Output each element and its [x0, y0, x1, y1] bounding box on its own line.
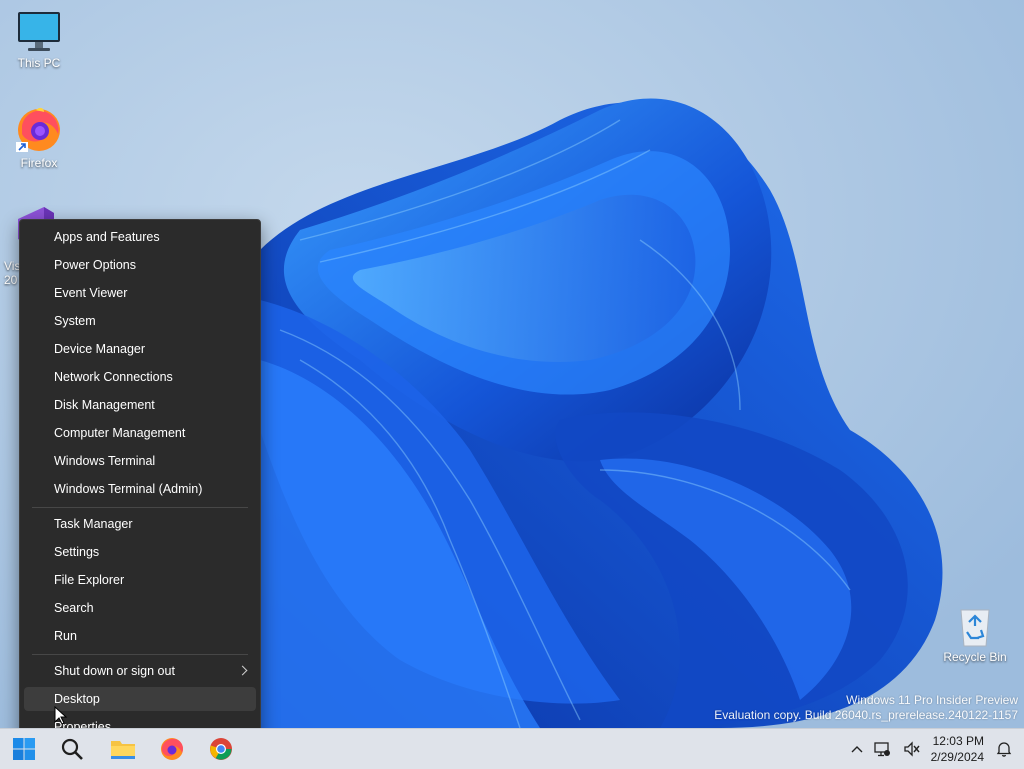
quick-link-context-menu: Apps and Features Power Options Event Vi…: [19, 219, 261, 747]
menu-item-power-options[interactable]: Power Options: [24, 253, 256, 277]
watermark-edition: Windows 11 Pro Insider Preview: [846, 693, 1018, 707]
firefox-icon: [16, 107, 60, 152]
menu-item-device-manager[interactable]: Device Manager: [24, 337, 256, 361]
menu-item-file-explorer[interactable]: File Explorer: [24, 568, 256, 592]
volume-muted-icon[interactable]: [903, 741, 921, 757]
watermark-build: Evaluation copy. Build 26040.rs_prerelea…: [714, 708, 1018, 722]
desktop-icon-label: Recycle Bin: [943, 650, 1007, 664]
menu-item-label: Shut down or sign out: [54, 664, 175, 678]
windows-logo-icon: [13, 738, 35, 760]
menu-item-task-manager[interactable]: Task Manager: [24, 512, 256, 536]
start-button[interactable]: [4, 729, 44, 769]
chrome-icon: [210, 738, 232, 760]
file-explorer-button[interactable]: [102, 729, 142, 769]
menu-item-system[interactable]: System: [24, 309, 256, 333]
menu-item-network-connections[interactable]: Network Connections: [24, 365, 256, 389]
menu-item-disk-management[interactable]: Disk Management: [24, 393, 256, 417]
system-clock[interactable]: 12:03 PM 2/29/2024: [931, 733, 984, 765]
desktop-icon-label: This PC: [17, 56, 61, 70]
menu-item-shut-down-or-sign-out[interactable]: Shut down or sign out: [24, 659, 256, 683]
menu-item-windows-terminal[interactable]: Windows Terminal: [24, 449, 256, 473]
menu-separator: [32, 654, 248, 655]
desktop-icon-firefox[interactable]: Firefox: [4, 104, 74, 170]
notification-bell-icon[interactable]: [995, 741, 1013, 757]
menu-item-run[interactable]: Run: [24, 624, 256, 648]
chrome-button[interactable]: [201, 729, 241, 769]
menu-item-windows-terminal-admin[interactable]: Windows Terminal (Admin): [24, 477, 256, 501]
desktop-icon-label-line2: 20: [4, 273, 18, 287]
menu-separator: [32, 507, 248, 508]
menu-item-settings[interactable]: Settings: [24, 540, 256, 564]
search-icon: [61, 738, 83, 760]
menu-item-apps-and-features[interactable]: Apps and Features: [24, 225, 256, 249]
search-button[interactable]: [52, 729, 92, 769]
clock-date: 2/29/2024: [930, 750, 984, 764]
desktop-icon-recycle-bin[interactable]: Recycle Bin: [940, 604, 1010, 664]
mouse-pointer-icon: [54, 706, 68, 725]
menu-item-event-viewer[interactable]: Event Viewer: [24, 281, 256, 305]
network-icon[interactable]: [873, 741, 891, 757]
monitor-icon: [18, 12, 60, 51]
evaluation-watermark: Windows 11 Pro Insider Preview Evaluatio…: [714, 693, 1018, 723]
firefox-icon: [161, 738, 183, 760]
desktop-icon-label: Firefox: [20, 156, 58, 170]
desktop-icon-this-pc[interactable]: This PC: [4, 10, 74, 70]
folder-icon: [111, 741, 135, 759]
menu-item-search[interactable]: Search: [24, 596, 256, 620]
taskbar: 12:03 PM 2/29/2024: [0, 728, 1024, 769]
chevron-up-icon[interactable]: [848, 741, 866, 757]
firefox-button[interactable]: [152, 729, 192, 769]
chevron-right-icon: [237, 665, 248, 676]
desktop-icon-label: Vis: [4, 259, 21, 273]
clock-time: 12:03 PM: [932, 734, 984, 748]
recycle-bin-icon: [960, 609, 990, 647]
menu-item-computer-management[interactable]: Computer Management: [24, 421, 256, 445]
